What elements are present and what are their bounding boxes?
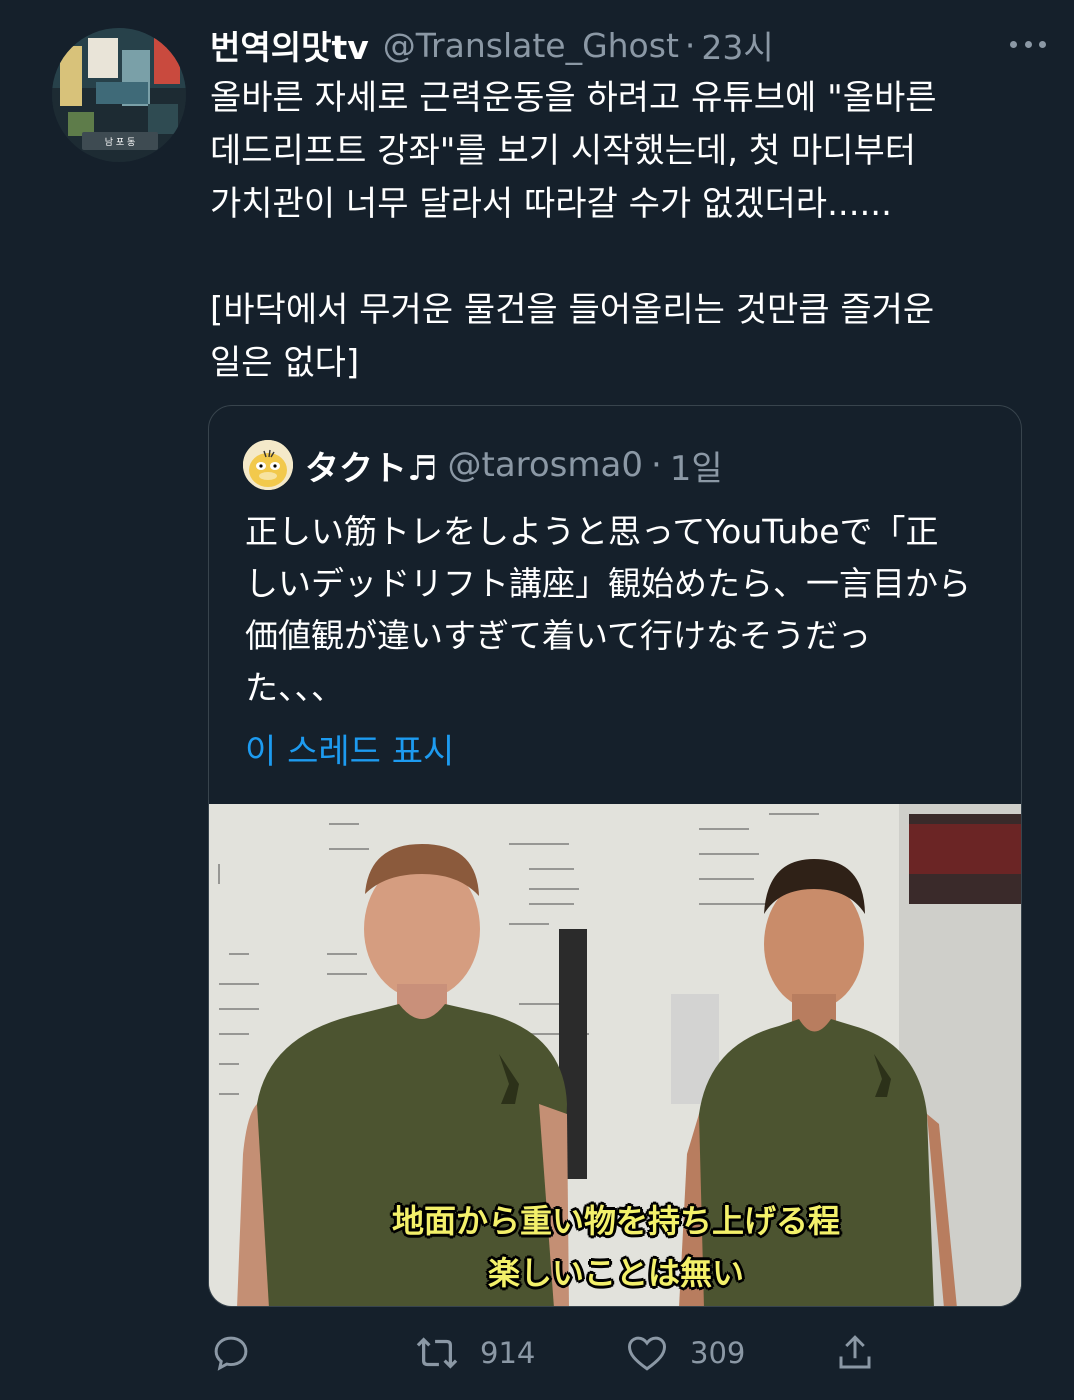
quoted-tweet-media[interactable]: 地面から重い物を持ち上げる程 楽しいことは無い	[209, 804, 1021, 1306]
video-subtitle-line-2: 楽しいことは無い	[487, 1254, 744, 1292]
quoted-author-name[interactable]: タクト♬	[305, 441, 437, 490]
like-button[interactable]: 309	[626, 1328, 745, 1378]
reply-button[interactable]	[210, 1328, 252, 1378]
separator-dot: ·	[650, 445, 662, 485]
reply-icon	[214, 1336, 248, 1371]
tweet-action-bar: 914 309	[210, 1328, 910, 1378]
separator-dot: ·	[684, 25, 696, 65]
video-subtitle-line-1: 地面から重い物を持ち上げる程	[391, 1202, 840, 1240]
quoted-tweet-time[interactable]: 1일	[670, 441, 723, 490]
retweet-icon	[416, 1337, 458, 1369]
tweet-text: 올바른 자세로 근력운동을 하려고 유튜브에 "올바른 데드리프트 강좌"를 보…	[210, 78, 937, 383]
avatar-sign-text: 남 포 동	[105, 137, 136, 148]
author-display-name[interactable]: 번역의맛tv	[210, 21, 369, 69]
show-thread-link[interactable]: 이 스레드 표시	[245, 724, 454, 773]
quoted-tweet-header: タクト♬ @tarosma0 · 1일	[243, 439, 723, 491]
heart-icon	[628, 1336, 666, 1371]
tweet-header: 번역의맛tv @Translate_Ghost · 23시	[210, 20, 1034, 70]
quoted-author-avatar[interactable]	[243, 440, 293, 490]
retweet-count: 914	[480, 1336, 536, 1370]
share-button[interactable]	[834, 1328, 876, 1378]
quoted-tweet-text: 正しい筋トレをしようと思ってYouTubeで「正 しいデッドリフト講座」観始めた…	[245, 512, 971, 707]
author-handle[interactable]: @Translate_Ghost	[383, 26, 679, 65]
quoted-tweet-card[interactable]: タクト♬ @tarosma0 · 1일 正しい筋トレをしようと思ってYouTub…	[208, 405, 1022, 1307]
author-avatar[interactable]: 남 포 동	[52, 28, 186, 162]
share-icon	[839, 1335, 871, 1369]
like-count: 309	[690, 1336, 746, 1370]
more-options-icon[interactable]	[1010, 34, 1046, 54]
quoted-author-handle[interactable]: @tarosma0	[447, 445, 643, 485]
retweet-button[interactable]: 914	[414, 1328, 535, 1378]
tweet-time[interactable]: 23시	[701, 21, 773, 69]
